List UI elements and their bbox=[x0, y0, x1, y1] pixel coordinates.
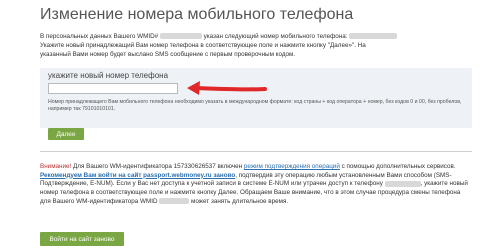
intro-line-3: указанный Вами номер будет выслано SMS с… bbox=[40, 51, 296, 58]
next-button[interactable]: Далее bbox=[48, 128, 84, 140]
login-again-button[interactable]: Войти на сайт заново bbox=[40, 232, 124, 246]
redacted-phone-2 bbox=[384, 180, 421, 187]
page-title: Изменение номера мобильного телефона bbox=[40, 6, 354, 23]
divider bbox=[40, 151, 472, 152]
arrow-left-icon bbox=[187, 81, 267, 95]
redacted-phone bbox=[349, 33, 398, 40]
warning-text: Внимание! Для Вашего WM-идентификатора 1… bbox=[40, 163, 468, 205]
login-again-link[interactable]: Рекомендуем Вам войти на сайт passport.w… bbox=[40, 172, 235, 179]
intro-text: В персональных данных Вашего WMID# указа… bbox=[40, 32, 465, 59]
warning-label: Внимание! bbox=[40, 163, 72, 170]
redacted-wmid-2 bbox=[159, 198, 190, 205]
phone-hint: Номер принадлежащего Вам мобильного теле… bbox=[48, 99, 462, 112]
intro-line-1: В персональных данных Вашего WMID# указа… bbox=[40, 32, 465, 41]
phone-input[interactable] bbox=[48, 83, 178, 94]
redacted-wmid bbox=[159, 33, 202, 40]
intro-line-2: Укажите новый принадлежащий Вам номер те… bbox=[40, 42, 366, 49]
confirm-mode-link[interactable]: режим подтверждения операций bbox=[244, 163, 340, 170]
phone-label: укажите новый номер телефона bbox=[48, 71, 169, 80]
